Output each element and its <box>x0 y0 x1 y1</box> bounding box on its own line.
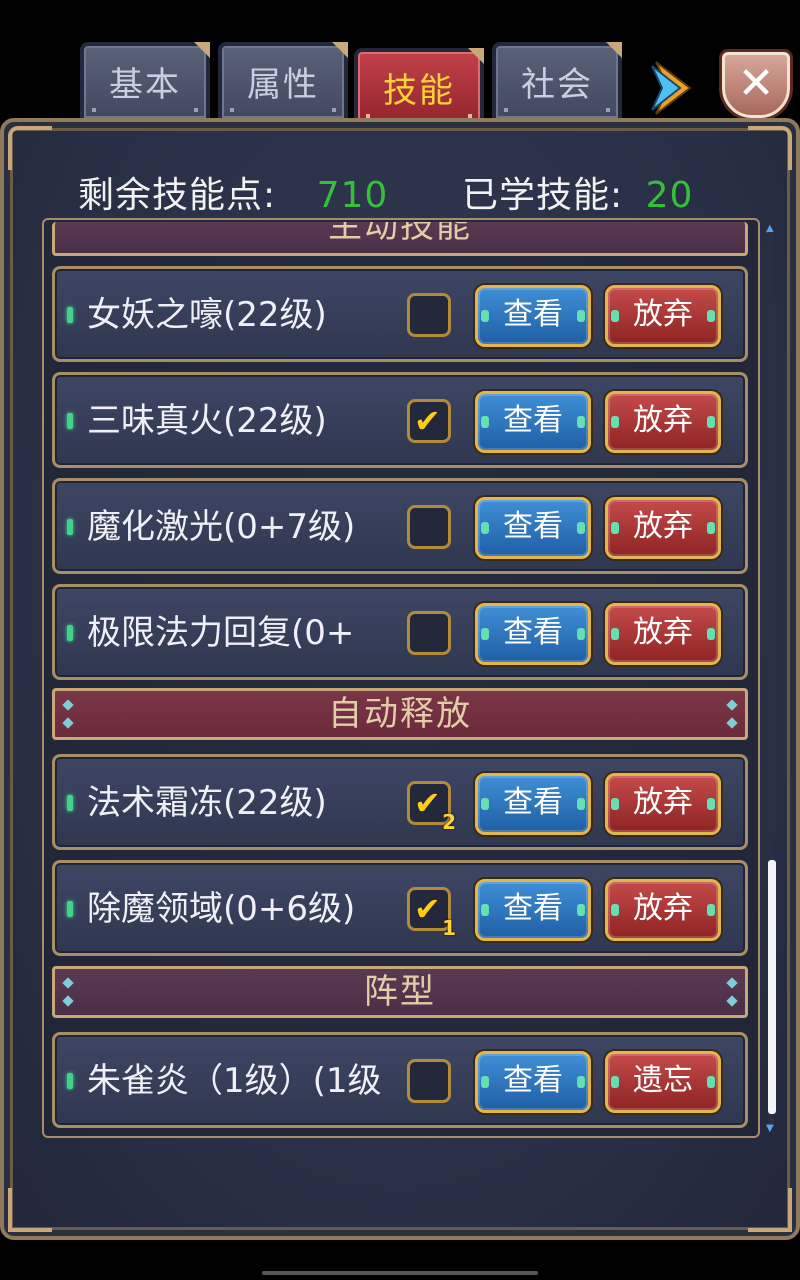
skill-row: 法术霜冻(22级) ✔ 2 查看 放弃 <box>52 754 748 850</box>
section-active-skills: 主动技能 <box>52 222 748 256</box>
skill-name: 法术霜冻(22级) <box>87 783 327 823</box>
learned-skills-value: 20 <box>645 175 694 216</box>
arrow-right-icon <box>651 61 692 115</box>
checkmark-icon: ✔ <box>414 402 441 440</box>
view-button[interactable]: 查看 <box>475 497 591 559</box>
tab-label: 技能 <box>383 71 455 111</box>
skill-row: 除魔领域(0+6级) ✔ 1 查看 放弃 <box>52 860 748 956</box>
priority-badge: 2 <box>442 810 456 834</box>
view-button[interactable]: 查看 <box>475 879 591 941</box>
scrollbar-thumb[interactable] <box>768 860 776 1114</box>
priority-badge: 1 <box>442 916 456 940</box>
autocast-checkbox[interactable]: ✔ <box>407 399 451 443</box>
forget-button[interactable]: 遗忘 <box>605 1051 721 1113</box>
abandon-button[interactable]: 放弃 <box>605 391 721 453</box>
checkmark-icon: ✔ <box>414 890 441 928</box>
section-auto-cast: 自动释放 <box>52 688 748 740</box>
skill-name: 三味真火(22级) <box>87 401 327 441</box>
tab-label: 属性 <box>247 65 319 105</box>
skill-name: 极限法力回复(0+ <box>87 613 355 653</box>
skill-row: 女妖之嚎(22级) 查看 放弃 <box>52 266 748 362</box>
autocast-checkbox[interactable] <box>407 1059 451 1103</box>
view-button[interactable]: 查看 <box>475 391 591 453</box>
home-indicator[interactable] <box>262 1271 538 1275</box>
learned-skills-label: 已学技能: <box>462 175 624 216</box>
tab-label: 基本 <box>109 65 181 105</box>
abandon-button[interactable]: 放弃 <box>605 497 721 559</box>
next-page-button[interactable] <box>650 60 696 116</box>
section-formation: 阵型 <box>52 966 748 1018</box>
skill-name: 除魔领域(0+6级) <box>87 889 356 929</box>
remaining-points-label: 剩余技能点: <box>78 175 277 216</box>
checkmark-icon: ✔ <box>414 784 441 822</box>
tab-attributes[interactable]: 属性 <box>218 42 348 122</box>
skill-name: 朱雀炎（1级）(1级 <box>87 1061 382 1101</box>
tab-basic[interactable]: 基本 <box>80 42 210 122</box>
skill-row: 三味真火(22级) ✔ 查看 放弃 <box>52 372 748 468</box>
autocast-checkbox[interactable] <box>407 611 451 655</box>
skill-name: 女妖之嚎(22级) <box>87 295 327 335</box>
abandon-button[interactable]: 放弃 <box>605 773 721 835</box>
close-button[interactable]: ✕ <box>722 52 790 118</box>
skill-row: 极限法力回复(0+ 查看 放弃 <box>52 584 748 680</box>
autocast-checkbox[interactable]: ✔ 1 <box>407 887 456 940</box>
skill-row: 魔化激光(0+7级) 查看 放弃 <box>52 478 748 574</box>
view-button[interactable]: 查看 <box>475 603 591 665</box>
skill-row: 朱雀炎（1级）(1级 查看 遗忘 <box>52 1032 748 1128</box>
abandon-button[interactable]: 放弃 <box>605 285 721 347</box>
view-button[interactable]: 查看 <box>475 1051 591 1113</box>
scroll-down-icon[interactable]: ▼ <box>766 1124 778 1134</box>
tab-skills[interactable]: 技能 <box>354 48 484 128</box>
abandon-button[interactable]: 放弃 <box>605 879 721 941</box>
view-button[interactable]: 查看 <box>475 773 591 835</box>
tab-label: 社会 <box>521 65 593 105</box>
autocast-checkbox[interactable] <box>407 505 451 549</box>
skill-name: 魔化激光(0+7级) <box>87 507 356 547</box>
close-icon: ✕ <box>737 58 775 109</box>
autocast-checkbox[interactable]: ✔ 2 <box>407 781 456 834</box>
skill-stats: 剩余技能点: 710 已学技能: 20 <box>78 166 692 218</box>
abandon-button[interactable]: 放弃 <box>605 603 721 665</box>
tab-social[interactable]: 社会 <box>492 42 622 122</box>
autocast-checkbox[interactable] <box>407 293 451 337</box>
view-button[interactable]: 查看 <box>475 285 591 347</box>
remaining-points-value: 710 <box>316 175 389 216</box>
